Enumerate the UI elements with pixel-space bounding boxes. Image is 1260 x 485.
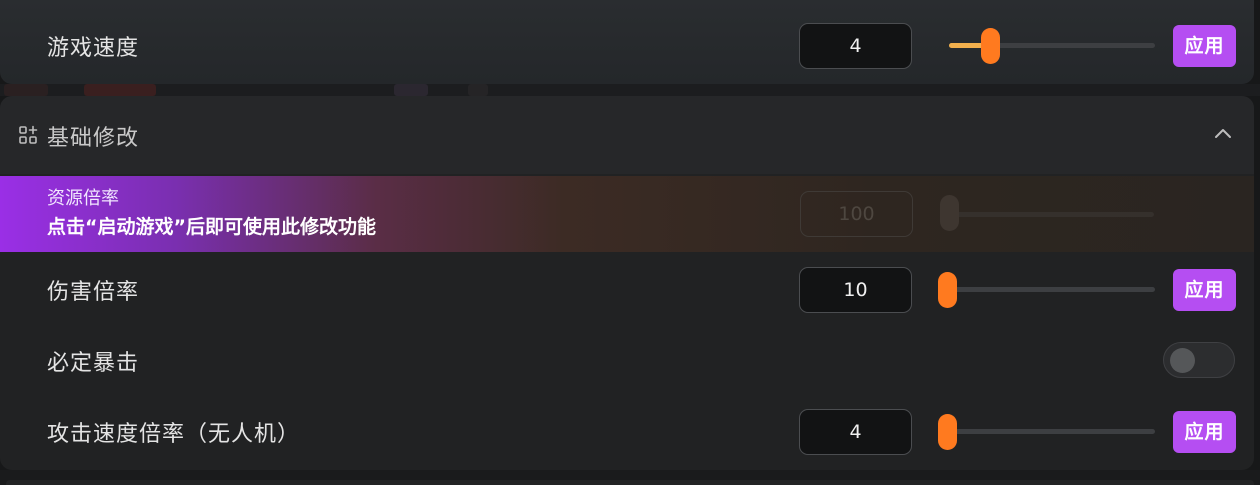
damage-rate-slider-thumb[interactable] (938, 272, 957, 308)
attack-speed-input[interactable]: 4 (799, 409, 912, 455)
attack-speed-slider-thumb[interactable] (938, 414, 957, 450)
damage-rate-label: 伤害倍率 (47, 280, 140, 305)
game-speed-apply-button[interactable]: 应用 (1173, 25, 1236, 67)
attack-speed-apply-button[interactable]: 应用 (1173, 411, 1236, 453)
resource-rate-locked-row: 100 资源倍率 点击“启动游戏”后即可使用此修改功能 (0, 176, 1254, 252)
toggle-knob (1170, 348, 1195, 373)
damage-rate-slider-track[interactable] (940, 287, 1155, 292)
game-speed-label: 游戏速度 (47, 36, 140, 61)
attack-speed-slider-track[interactable] (940, 429, 1155, 434)
resource-rate-label: 资源倍率 (47, 188, 119, 209)
settings-panel: 游戏速度 4 应用 基础修改 100 资源倍率 点击“启动游戏”后即可使用此修改… (0, 0, 1260, 485)
basic-mods-section: 基础修改 100 资源倍率 点击“启动游戏”后即可使用此修改功能 伤害倍率 10… (0, 96, 1254, 470)
game-speed-slider-track[interactable] (949, 43, 1155, 48)
chevron-up-icon[interactable] (1214, 126, 1232, 140)
guaranteed-crit-label: 必定暴击 (47, 351, 140, 376)
guaranteed-crit-toggle[interactable] (1163, 342, 1235, 378)
game-speed-card: 游戏速度 4 应用 (0, 0, 1254, 84)
damage-rate-apply-button[interactable]: 应用 (1173, 269, 1236, 311)
game-speed-input[interactable]: 4 (799, 23, 912, 69)
game-speed-slider-thumb[interactable] (981, 28, 1000, 64)
damage-rate-input[interactable]: 10 (799, 267, 912, 313)
bottom-edge (0, 470, 1260, 485)
resource-rate-slider-disabled (940, 212, 1154, 217)
background-strip (0, 84, 1260, 96)
section-header[interactable]: 基础修改 (0, 96, 1254, 174)
attack-speed-label: 攻击速度倍率（无人机） (47, 422, 301, 447)
apps-add-icon (19, 125, 38, 144)
section-title: 基础修改 (47, 126, 140, 151)
resource-rate-input-disabled: 100 (800, 191, 913, 237)
resource-rate-thumb-disabled (940, 195, 959, 231)
locked-notice: 点击“启动游戏”后即可使用此修改功能 (47, 216, 376, 238)
